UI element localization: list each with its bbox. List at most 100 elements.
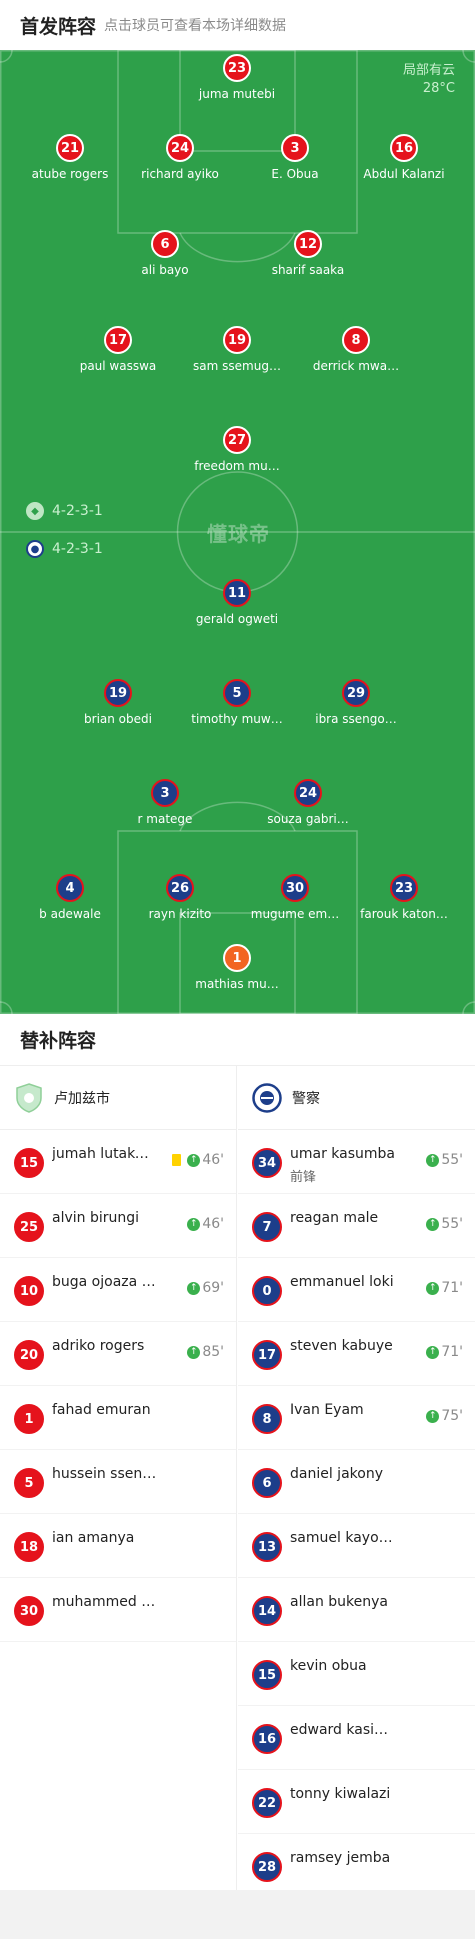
sub-number-badge: 5 <box>14 1468 44 1498</box>
sub-in-arrow-icon: ↑ <box>187 1281 201 1295</box>
weather-condition: 局部有云 <box>402 63 455 78</box>
player-name: sam ssemug… <box>193 359 281 373</box>
footer-spacer <box>0 1890 475 1939</box>
sub-player-name: jumah lutakome <box>52 1146 157 1162</box>
player-name: b adewale <box>39 907 101 921</box>
away-sub-row[interactable]: 16 edward kasib… <box>238 1706 475 1770</box>
sub-in-minute-text: 55' <box>441 1216 463 1232</box>
home-sub-row[interactable]: 10 buga ojoaza … ↑ 69' <box>0 1258 236 1322</box>
player-name: timothy muw… <box>191 712 283 726</box>
away-sub-row[interactable]: 8 Ivan Eyam ↑ 75' <box>238 1386 475 1450</box>
watermark-logo: 懂球帝 <box>207 522 270 546</box>
player-name: freedom mu… <box>194 459 280 473</box>
lineup-header: 首发阵容 点击球员可查看本场详细数据 <box>0 0 475 50</box>
home-team-shield-icon: ◆ <box>26 502 44 520</box>
away-player-6[interactable]: 4 b adewale <box>15 874 125 921</box>
away-sub-row[interactable]: 13 samuel kayo… <box>238 1514 475 1578</box>
away-player-9[interactable]: 23 farouk katon… <box>349 874 459 921</box>
away-player-3[interactable]: 29 ibra ssengo… <box>301 679 411 726</box>
sub-player-name: kevin obua <box>290 1658 367 1674</box>
player-number-badge: 19 <box>223 326 251 354</box>
home-formation-label: 4-2-3-1 <box>52 503 103 519</box>
away-sub-row[interactable]: 28 ramsey jemba <box>238 1834 475 1898</box>
sub-in-arrow-icon: ↑ <box>187 1217 201 1231</box>
sub-number-badge: 20 <box>14 1340 44 1370</box>
away-player-4[interactable]: 3 r matege <box>110 779 220 826</box>
sub-number-badge: 18 <box>14 1532 44 1562</box>
away-sub-row[interactable]: 22 tonny kiwalazi <box>238 1770 475 1834</box>
player-number-badge: 8 <box>342 326 370 354</box>
away-formation: ● 4-2-3-1 <box>26 540 103 558</box>
home-player-0[interactable]: 23 juma mutebi <box>182 54 292 101</box>
player-number-badge: 29 <box>342 679 370 707</box>
player-number-badge: 23 <box>223 54 251 82</box>
home-player-10[interactable]: 27 freedom mu… <box>182 426 292 473</box>
sub-player-name: buga ojoaza … <box>52 1274 156 1290</box>
away-team-badge-icon <box>252 1082 282 1113</box>
player-number-badge: 24 <box>294 779 322 807</box>
sub-player-name: umar kasumba <box>290 1146 395 1162</box>
player-name: juma mutebi <box>198 87 276 101</box>
away-player-10[interactable]: 1 mathias mu… <box>182 944 292 991</box>
sub-player-name: ian amanya <box>52 1530 135 1546</box>
away-sub-row[interactable]: 7 reagan male ↑ 55' <box>238 1194 475 1258</box>
home-player-9[interactable]: 8 derrick mwa… <box>301 326 411 373</box>
sub-player-name: edward kasib… <box>290 1722 395 1738</box>
away-player-5[interactable]: 24 souza gabri… <box>253 779 363 826</box>
sub-player-name: alvin birungi <box>52 1210 140 1226</box>
away-team-row[interactable]: 警察 <box>238 1066 475 1130</box>
away-sub-row[interactable]: 15 kevin obua <box>238 1642 475 1706</box>
home-player-7[interactable]: 17 paul wasswa <box>63 326 173 373</box>
home-player-4[interactable]: 16 Abdul Kalanzi <box>349 134 459 181</box>
home-team-name: 卢加兹市 <box>54 1090 110 1107</box>
away-player-8[interactable]: 30 mugume em… <box>240 874 350 921</box>
sub-in-arrow-icon: ↑ <box>187 1345 201 1359</box>
sub-in-arrow-icon: ↑ <box>426 1153 440 1167</box>
away-player-1[interactable]: 19 brian obedi <box>63 679 173 726</box>
home-player-8[interactable]: 19 sam ssemug… <box>182 326 292 373</box>
away-sub-row[interactable]: 17 steven kabuye ↑ 71' <box>238 1322 475 1386</box>
weather-info: 局部有云 28°C <box>403 62 455 98</box>
away-sub-row[interactable]: 6 daniel jakony <box>238 1450 475 1514</box>
player-number-badge: 27 <box>223 426 251 454</box>
weather-temperature: 28°C <box>422 81 455 96</box>
home-sub-row[interactable]: 1 fahad emuran <box>0 1386 236 1450</box>
sub-in-minute: ↑ 55' <box>426 1152 463 1168</box>
home-sub-row[interactable]: 18 ian amanya <box>0 1514 236 1578</box>
player-number-badge: 1 <box>223 944 251 972</box>
player-name: gerald ogweti <box>195 612 279 626</box>
sub-in-minute: ↑ 71' <box>426 1280 463 1296</box>
sub-in-minute-text: 71' <box>441 1280 463 1296</box>
away-sub-row[interactable]: 34 umar kasumba 前锋 ↑ 55' <box>238 1130 475 1194</box>
player-number-badge: 12 <box>294 230 322 258</box>
away-sub-row[interactable]: 0 emmanuel loki ↑ 71' <box>238 1258 475 1322</box>
sub-player-name: tonny kiwalazi <box>290 1786 391 1802</box>
home-sub-row[interactable]: 15 jumah lutakome ↑ 46' <box>0 1130 236 1194</box>
sub-number-badge: 22 <box>252 1788 282 1818</box>
away-player-7[interactable]: 26 rayn kizito <box>125 874 235 921</box>
sub-player-name: fahad emuran <box>52 1402 151 1418</box>
sub-in-minute: ↑ 69' <box>187 1280 224 1296</box>
sub-player-name: steven kabuye <box>290 1338 393 1354</box>
home-sub-row[interactable]: 30 muhammed g… <box>0 1578 236 1642</box>
away-player-0[interactable]: 11 gerald ogweti <box>182 579 292 626</box>
sub-in-minute-text: 69' <box>202 1280 224 1296</box>
away-sub-row[interactable]: 14 allan bukenya <box>238 1578 475 1642</box>
away-player-2[interactable]: 5 timothy muw… <box>182 679 292 726</box>
sub-in-minute: ↑ 85' <box>187 1344 224 1360</box>
sub-in-arrow-icon: ↑ <box>426 1345 440 1359</box>
home-player-6[interactable]: 12 sharif saaka <box>253 230 363 277</box>
home-player-1[interactable]: 21 atube rogers <box>15 134 125 181</box>
sub-number-badge: 34 <box>252 1148 282 1178</box>
sub-in-arrow-icon: ↑ <box>187 1153 201 1167</box>
home-subs-column: 卢加兹市 15 jumah lutakome ↑ 46' 25 alvin birungi… <box>0 1066 237 1890</box>
home-sub-row[interactable]: 25 alvin birungi ↑ 46' <box>0 1194 236 1258</box>
home-player-2[interactable]: 24 richard ayiko <box>125 134 235 181</box>
sub-number-badge: 13 <box>252 1532 282 1562</box>
home-sub-row[interactable]: 20 adriko rogers ↑ 85' <box>0 1322 236 1386</box>
away-subs-list: 34 umar kasumba 前锋 ↑ 55' 7 reagan male ↑ 55' 0 emm… <box>238 1130 475 1898</box>
home-team-row[interactable]: 卢加兹市 <box>0 1066 236 1130</box>
home-sub-row[interactable]: 5 hussein ssen… <box>0 1450 236 1514</box>
home-player-3[interactable]: 3 E. Obua <box>240 134 350 181</box>
home-player-5[interactable]: 6 ali bayo <box>110 230 220 277</box>
